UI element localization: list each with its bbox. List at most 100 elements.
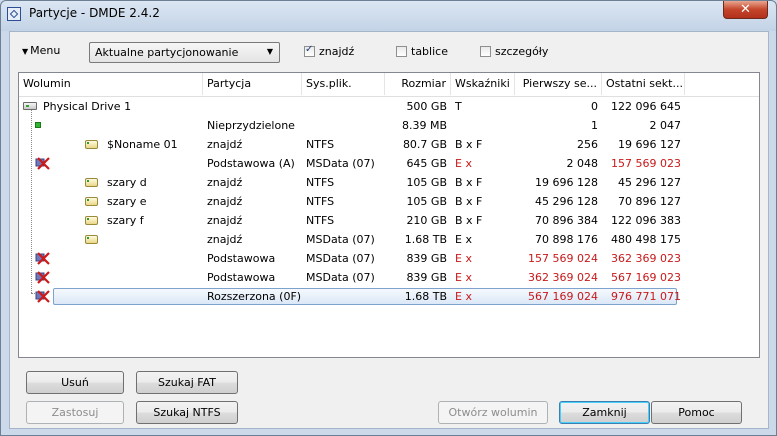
cell-sysplik: NTFS xyxy=(306,195,335,208)
table-row[interactable]: $Noname 01 znajdź NTFS 80.7 GB B x F 256 19 69… xyxy=(19,135,759,154)
invalid-partition-icon xyxy=(35,289,51,303)
table-row[interactable]: szary d znajdź NTFS 105 GB B x F 19 696 128 45… xyxy=(19,173,759,192)
scan-fat-button[interactable]: Szukaj FAT xyxy=(136,371,238,394)
cell-sysplik: NTFS xyxy=(306,214,335,227)
chevron-down-icon: ▼ xyxy=(266,47,273,56)
cell-pierwszy: 362 369 024 xyxy=(528,271,598,284)
dialog-client-area: ▼Menu Aktualne partycjonowanie ▼ znajdź … xyxy=(9,31,769,429)
tables-checkbox-box[interactable] xyxy=(396,46,407,57)
cell-partycja: Rozszerzona (0F) xyxy=(207,290,302,303)
table-row[interactable]: Nieprzydzielone 8.39 MB 1 2 047 xyxy=(19,116,759,135)
cell-ostatni: 976 771 071 xyxy=(611,290,681,303)
column-header-partition[interactable]: Partycja xyxy=(203,73,302,95)
cell-ostatni: 567 169 023 xyxy=(611,271,681,284)
table-row[interactable]: znajdź MSData (07) 1.68 TB E x 70 898 176 480… xyxy=(19,230,759,249)
menu-label: Menu xyxy=(30,44,61,57)
cell-pierwszy: 45 296 128 xyxy=(535,195,598,208)
cell-partycja: znajdź xyxy=(207,214,243,227)
table-row[interactable]: Podstawowa (A) MSData (07) 645 GB E x 2 048 1… xyxy=(19,154,759,173)
close-button[interactable]: Zamknij xyxy=(559,401,650,424)
column-header-last-sector[interactable]: Ostatni sekt... xyxy=(602,73,685,95)
cell-sysplik: MSData (07) xyxy=(306,233,375,246)
find-checkbox-label: znajdź xyxy=(319,45,355,58)
find-checkbox[interactable]: znajdź xyxy=(304,44,355,58)
cell-pierwszy: 70 896 384 xyxy=(535,214,598,227)
cell-wskazniki: E x xyxy=(455,157,472,170)
column-header-size[interactable]: Rozmiar xyxy=(385,73,451,95)
cell-sysplik xyxy=(302,116,385,135)
volume-icon xyxy=(85,140,98,149)
table-row[interactable]: Podstawowa MSData (07) 839 GB E x 157 569 02… xyxy=(19,249,759,268)
table-row[interactable]: Podstawowa MSData (07) 839 GB E x 362 369 02… xyxy=(19,268,759,287)
window-title: Partycje - DMDE 2.4.2 xyxy=(29,6,160,20)
invalid-partition-icon xyxy=(35,251,51,265)
dmde-app-icon xyxy=(7,7,21,21)
cell-pierwszy: 2 048 xyxy=(566,157,599,170)
cell-partycja: znajdź xyxy=(207,138,243,151)
table-row[interactable]: szary e znajdź NTFS 105 GB B x F 45 296 128 70… xyxy=(19,192,759,211)
cell-wskazniki: T xyxy=(455,100,462,113)
cell-wskazniki: E x xyxy=(455,290,472,303)
cell-rozmiar: 1.68 TB xyxy=(404,233,447,246)
cell-wskazniki: E x xyxy=(455,252,472,265)
cell-partycja: znajdź xyxy=(207,195,243,208)
cell-partycja: Podstawowa xyxy=(207,252,276,265)
cell-pierwszy: 157 569 024 xyxy=(528,252,598,265)
apply-button[interactable]: Zastosuj xyxy=(26,401,124,424)
table-row[interactable]: Physical Drive 1 500 GB T 0 122 096 645 xyxy=(19,97,759,116)
cell-partycja: Podstawowa xyxy=(207,271,276,284)
cell-wolumin: szary f xyxy=(107,214,144,227)
table-row[interactable]: Rozszerzona (0F) 1.68 TB E x 567 169 024 976… xyxy=(19,287,759,306)
cell-ostatni: 70 896 127 xyxy=(618,195,681,208)
title-bar[interactable]: Partycje - DMDE 2.4.2 ✕ xyxy=(1,1,776,27)
partitioning-mode-value: Aktualne partycjonowanie xyxy=(95,46,239,59)
cell-wskazniki: B x F xyxy=(455,138,483,151)
cell-pierwszy: 1 xyxy=(591,119,598,132)
cell-wolumin: szary d xyxy=(107,176,147,189)
toolbar: ▼Menu Aktualne partycjonowanie ▼ znajdź … xyxy=(10,32,768,68)
cell-pierwszy: 256 xyxy=(577,138,598,151)
cell-pierwszy: 0 xyxy=(591,100,598,113)
cell-wolumin xyxy=(103,116,203,135)
scan-ntfs-button[interactable]: Szukaj NTFS xyxy=(136,401,238,424)
cell-rozmiar: 500 GB xyxy=(406,100,447,113)
cell-pierwszy: 567 169 024 xyxy=(528,290,598,303)
partitioning-mode-select[interactable]: Aktualne partycjonowanie ▼ xyxy=(89,42,280,63)
close-window-button[interactable]: ✕ xyxy=(723,1,768,19)
cell-wolumin xyxy=(103,268,203,287)
cell-wskazniki xyxy=(451,116,515,135)
menu-arrow-icon: ▼ xyxy=(22,47,29,56)
cell-ostatni: 122 096 383 xyxy=(611,214,681,227)
cell-sysplik xyxy=(302,97,385,116)
details-checkbox[interactable]: szczegóły xyxy=(480,45,548,58)
help-button[interactable]: Pomoc xyxy=(651,401,742,424)
cell-wolumin xyxy=(103,249,203,268)
tables-checkbox[interactable]: tablice xyxy=(396,45,448,58)
cell-sysplik: MSData (07) xyxy=(306,252,375,265)
volume-icon xyxy=(85,235,98,244)
details-checkbox-box[interactable] xyxy=(480,46,491,57)
cell-partycja xyxy=(203,97,302,116)
column-header-volume[interactable]: Wolumin xyxy=(19,73,203,95)
table-row[interactable]: szary f znajdź NTFS 210 GB B x F 70 896 384 12… xyxy=(19,211,759,230)
column-header-flags[interactable]: Wskaźniki xyxy=(451,73,515,95)
column-header-first-sector[interactable]: Pierwszy se... xyxy=(515,73,602,95)
cell-sysplik: NTFS xyxy=(306,138,335,151)
cell-wolumin xyxy=(103,287,203,306)
invalid-partition-icon xyxy=(35,270,51,284)
cell-rozmiar: 80.7 GB xyxy=(402,138,447,151)
find-checkbox-box[interactable] xyxy=(304,44,315,57)
delete-button[interactable]: Usuń xyxy=(26,371,124,394)
invalid-partition-icon xyxy=(35,156,51,170)
cell-wolumin xyxy=(103,154,203,173)
cell-partycja: znajdź xyxy=(207,233,243,246)
cell-partycja: Podstawowa (A) xyxy=(207,157,295,170)
volume-icon xyxy=(85,197,98,206)
open-volume-button[interactable]: Otwórz wolumin xyxy=(438,401,548,424)
cell-ostatni: 19 696 127 xyxy=(618,138,681,151)
cell-sysplik: MSData (07) xyxy=(306,157,375,170)
menu-button[interactable]: ▼ Menu xyxy=(22,44,60,57)
partitions-table[interactable]: Wolumin Partycja Sys.plik. Rozmiar Wskaź… xyxy=(18,72,760,358)
column-header-filesystem[interactable]: Sys.plik. xyxy=(302,73,385,95)
cell-wskazniki: B x F xyxy=(455,176,483,189)
